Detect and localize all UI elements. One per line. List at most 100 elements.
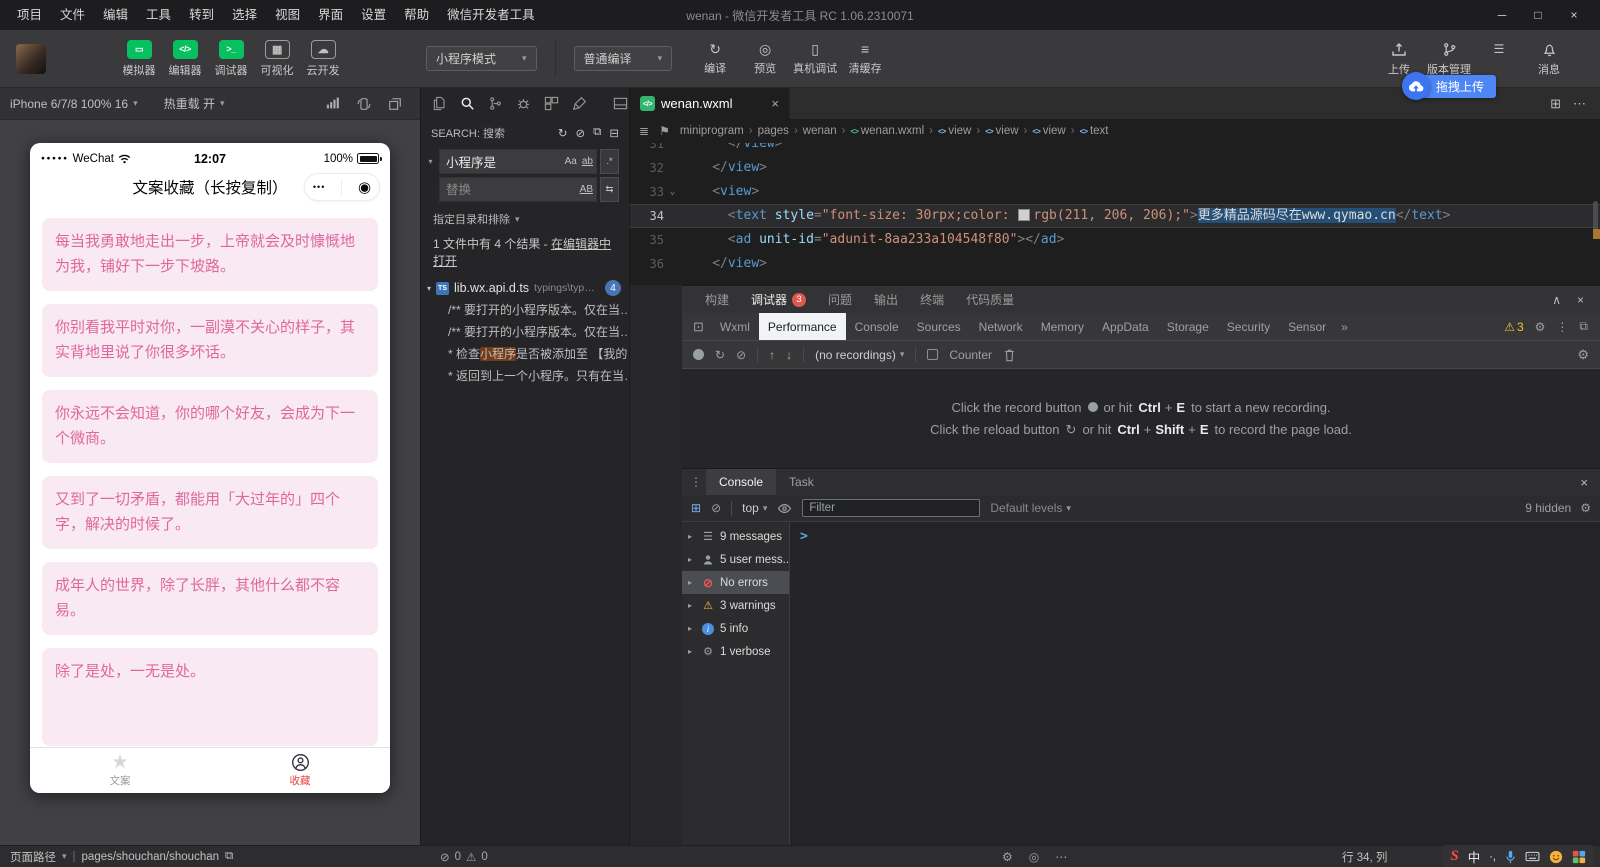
menu-item-视图[interactable]: 视图	[266, 0, 309, 30]
chevron-right-icon[interactable]: ▸	[688, 578, 696, 587]
close-panel-icon[interactable]: ×	[1577, 293, 1584, 307]
console-sidebar-toggle-icon[interactable]: ⊞	[691, 501, 701, 515]
tabs-overflow-icon[interactable]: »	[1335, 320, 1354, 334]
maximize-button[interactable]: □	[1520, 0, 1556, 30]
delete-recording-icon[interactable]	[1003, 348, 1016, 362]
tab-文案[interactable]: ★文案	[30, 748, 210, 793]
code-line-35[interactable]: 35<ad unit-id="adunit-8aa233a104548f80">…	[630, 228, 1600, 252]
menu-item-界面[interactable]: 界面	[309, 0, 352, 30]
breadcrumb-item-view[interactable]: <>view	[938, 125, 971, 137]
code-line-34[interactable]: 34<text style="font-size: 30rpx;color: r…	[630, 204, 1600, 228]
devtools-tab-performance[interactable]: Performance	[759, 313, 846, 340]
record-button[interactable]	[693, 349, 704, 360]
format-brush-icon[interactable]	[572, 96, 587, 111]
close-tab-icon[interactable]: ×	[771, 96, 779, 111]
keyboard-icon[interactable]	[1525, 851, 1540, 862]
menu-item-转到[interactable]: 转到	[180, 0, 223, 30]
devtools-tab-storage[interactable]: Storage	[1158, 313, 1218, 340]
devtools-warning-badge[interactable]: ⚠ 3	[1504, 320, 1523, 334]
visualization-button[interactable]: ▦可视化	[254, 40, 300, 78]
devtools-tab-sensor[interactable]: Sensor	[1279, 313, 1335, 340]
emoji-icon[interactable]	[1549, 850, 1563, 864]
menu-item-文件[interactable]: 文件	[51, 0, 94, 30]
clear-cache-button[interactable]: ≡清缓存	[840, 41, 890, 76]
capsule-button[interactable]: ••• ◉	[304, 173, 380, 201]
statusbar-preview-icon[interactable]: ◎	[1029, 850, 1039, 864]
breadcrumb-item-miniprogram[interactable]: miniprogram	[680, 125, 744, 137]
quote-card[interactable]: 你别看我平时对你，一副漠不关心的样子，其实背地里说了你很多坏话。	[42, 304, 378, 377]
editor-tab-wenan-wxml[interactable]: </> wenan.wxml ×	[630, 88, 790, 119]
dock-side-icon[interactable]: ⧉	[1579, 319, 1588, 334]
clear-console-icon[interactable]: ⊘	[711, 501, 721, 515]
microphone-icon[interactable]	[1505, 850, 1516, 864]
editor-more-icon[interactable]: ⋯	[1573, 96, 1586, 112]
more-icon[interactable]: •••	[313, 182, 325, 192]
close-window-button[interactable]: ×	[1556, 0, 1592, 30]
code-line-31[interactable]: 31</view>	[630, 143, 1600, 156]
console-tab-console[interactable]: Console	[706, 469, 776, 495]
console-filter-1-verbose[interactable]: ▸⚙1 verbose	[682, 640, 789, 663]
refresh-results-icon[interactable]: ↻	[558, 126, 568, 140]
devtools-more-icon[interactable]: ⋮	[1556, 320, 1568, 334]
search-result[interactable]: /** 要打开的小程序版本。仅在当…	[421, 299, 629, 321]
ime-toolbox-icon[interactable]	[1572, 850, 1586, 864]
code-editor[interactable]: 31</view>32</view>33⌄<view>34<text style…	[630, 143, 1600, 285]
copy-path-icon[interactable]: ⧉	[225, 850, 233, 863]
clear-results-icon[interactable]: ⊘	[576, 126, 586, 140]
chevron-right-icon[interactable]: ▸	[688, 647, 696, 656]
outline-icon[interactable]: ≣	[639, 124, 649, 138]
quote-card[interactable]: 又到了一切矛盾，都能用「大过年的」四个字，解决的时候了。	[42, 476, 378, 549]
devtools-settings-icon[interactable]: ⚙	[1535, 320, 1546, 334]
compile-mode-select[interactable]: 普通编译 ▾	[574, 46, 673, 71]
console-settings-icon[interactable]: ⚙	[1580, 501, 1591, 515]
capture-settings-icon[interactable]: ⚙	[1577, 347, 1589, 363]
search-result[interactable]: /** 要打开的小程序版本。仅在当…	[421, 321, 629, 343]
chevron-right-icon[interactable]: ▸	[688, 555, 696, 564]
chevron-right-icon[interactable]: ▸	[688, 624, 696, 633]
clear-recordings-button[interactable]: ⊘	[736, 348, 746, 362]
cursor-position-label[interactable]: 行 34, 列	[1342, 849, 1387, 865]
eye-icon[interactable]	[777, 502, 792, 515]
debugger-tab-调试器[interactable]: 调试器3	[740, 286, 817, 313]
save-profile-button[interactable]: ↓	[786, 348, 792, 362]
toggle-replace-icon[interactable]: ▾	[425, 157, 436, 166]
console-filter-9-messages[interactable]: ▸☰9 messages	[682, 525, 789, 548]
panel-layout-icon[interactable]	[613, 96, 628, 111]
collapse-all-icon[interactable]: ⊟	[609, 126, 619, 140]
console-prompt-icon[interactable]: >	[800, 529, 808, 544]
devtools-tab-memory[interactable]: Memory	[1032, 313, 1093, 340]
console-menu-icon[interactable]: ⋮	[690, 475, 702, 489]
devtools-tab-appdata[interactable]: AppData	[1093, 313, 1158, 340]
close-console-icon[interactable]: ×	[1580, 475, 1592, 490]
preview-button[interactable]: ◎预览	[740, 41, 790, 76]
menu-item-项目[interactable]: 项目	[8, 0, 51, 30]
match-case-icon[interactable]: Aa	[565, 156, 577, 167]
console-filter-5-info[interactable]: ▸i5 info	[682, 617, 789, 640]
explorer-icon[interactable]	[432, 96, 447, 111]
hot-reload-toggle[interactable]: 热重载 开 ▾	[164, 95, 225, 112]
quote-card[interactable]: 成年人的世界，除了长胖，其他什么都不容易。	[42, 562, 378, 635]
drag-upload-icon[interactable]	[1402, 72, 1430, 100]
console-filter-no-errors[interactable]: ▸⊘No errors	[682, 571, 789, 594]
console-filter-3-warnings[interactable]: ▸⚠3 warnings	[682, 594, 789, 617]
network-icon[interactable]	[326, 97, 340, 111]
ime-language-toggle[interactable]: 中	[1468, 847, 1481, 866]
console-filter-5-user-mess-[interactable]: ▸5 user mess...	[682, 548, 789, 571]
devtools-tab-sources[interactable]: Sources	[908, 313, 970, 340]
target-icon[interactable]: ◉	[358, 180, 371, 195]
menu-item-工具[interactable]: 工具	[137, 0, 180, 30]
breadcrumb-item-view[interactable]: <>view	[1032, 125, 1065, 137]
search-result[interactable]: * 返回到上一个小程序。只有在当…	[421, 365, 629, 387]
ime-punctuation-toggle[interactable]: ·,	[1489, 851, 1496, 863]
problems-status[interactable]: ⊘ 0 ⚠ 0	[440, 850, 488, 864]
debugger-tab-输出[interactable]: 输出	[863, 286, 909, 313]
git-icon[interactable]	[488, 96, 503, 111]
cloud-dev-button[interactable]: ☁云开发	[300, 40, 346, 78]
inspect-element-icon[interactable]: ⊡	[686, 319, 711, 335]
breadcrumb-item-view[interactable]: <>view	[985, 125, 1018, 137]
counter-checkbox[interactable]	[927, 349, 938, 360]
detach-window-icon[interactable]	[388, 97, 402, 111]
simulator-button[interactable]: ▭模拟器	[116, 40, 162, 78]
code-line-33[interactable]: 33⌄<view>	[630, 180, 1600, 204]
rotate-device-icon[interactable]	[357, 97, 371, 111]
